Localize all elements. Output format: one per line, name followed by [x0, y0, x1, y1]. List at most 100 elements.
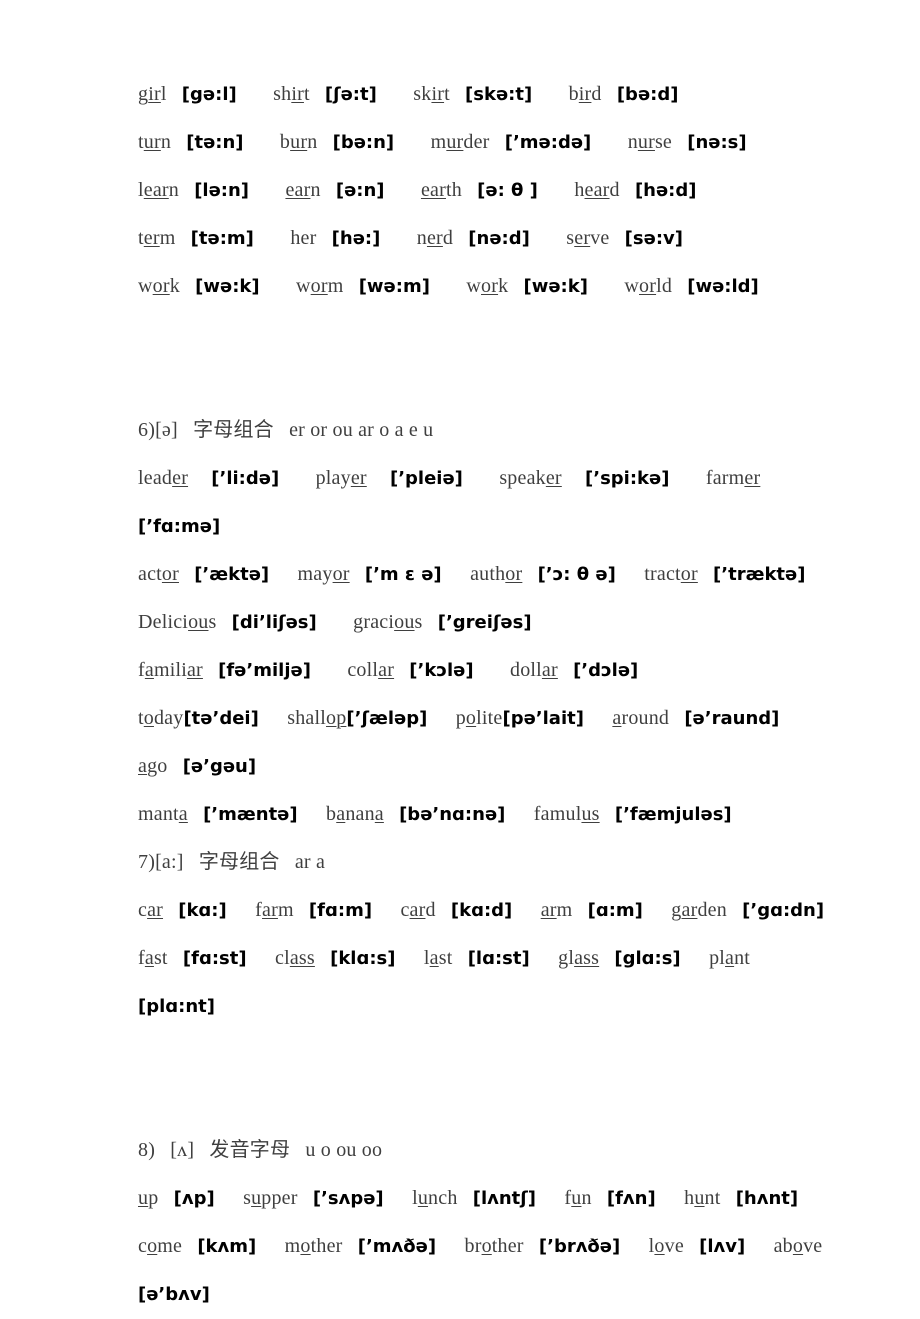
- phonetic: [hə:d]: [634, 180, 697, 201]
- phonetic: [nə:s]: [687, 132, 747, 153]
- word-term: supper: [243, 1187, 298, 1209]
- section-label-cjk: 字母组合: [193, 419, 274, 441]
- word-term: tractor: [644, 563, 698, 585]
- word-term: hunt: [684, 1187, 721, 1209]
- phonetic: [fʌn]: [606, 1188, 656, 1209]
- phonetic: [nə:d]: [468, 228, 530, 249]
- word-term: farm: [255, 899, 294, 921]
- word-term: mayor: [297, 563, 350, 585]
- word-term: bird: [568, 83, 602, 105]
- word-term: worm: [296, 275, 344, 297]
- section-ipa: [ə]: [155, 419, 178, 441]
- phonetic: [’mʌðə]: [357, 1236, 437, 1257]
- word-term: leader: [138, 467, 189, 489]
- word-line: familiar [fə’miljə] collar [’kɔlə] dolla…: [138, 646, 790, 694]
- phonetic: [bə:n]: [332, 132, 395, 153]
- word-term: manta: [138, 803, 188, 825]
- phonetic: [’mə:də]: [504, 132, 592, 153]
- word-line: today[tə’dei] shallop[’ʃæləp] polite[pə’…: [138, 694, 790, 742]
- word-term: shallop: [287, 707, 347, 729]
- word-term: today: [138, 707, 184, 729]
- section-label-cjk: 发音字母: [209, 1139, 291, 1161]
- word-line: leader [’li:də] player [’pleiə] speaker …: [138, 454, 790, 502]
- phonetic: [’gɑ:dn]: [742, 900, 825, 921]
- word-term: her: [290, 227, 317, 249]
- word-term: mother: [284, 1235, 343, 1257]
- word-term: player: [315, 467, 367, 489]
- word-line: manta [’mæntə] banana [bə’nɑ:nə] famulus…: [138, 790, 790, 838]
- word-term: dollar: [510, 659, 558, 681]
- phonetic: [skə:t]: [465, 84, 533, 105]
- section-letters: u o ou oo: [305, 1139, 383, 1161]
- phonetic: [’træktə]: [713, 564, 806, 585]
- word-line: car [kɑ:] farm [fɑ:m] card [kɑ:d] arm [ɑ…: [138, 886, 824, 934]
- word-term: glass: [558, 947, 600, 969]
- section-heading-8: 8) [ʌ] 发音字母 u o ou oo: [138, 1126, 790, 1174]
- word-line: turn [tə:n] burn [bə:n] murder [’mə:də] …: [138, 118, 790, 166]
- word-line: come [kʌm] mother [’mʌðə] brother [’brʌð…: [138, 1222, 822, 1270]
- word-term: world: [624, 275, 673, 297]
- phonetic: [ɑ:m]: [587, 900, 643, 921]
- phonetic: [bə:d]: [616, 84, 679, 105]
- phonetic: [lʌntʃ]: [472, 1188, 536, 1209]
- word-term: shirt: [273, 83, 310, 105]
- document-page: girl [gə:l] shirt [ʃə:t] skirt [skə:t] b…: [0, 0, 920, 1305]
- word-term: familiar: [138, 659, 203, 681]
- word-term: around: [612, 707, 670, 729]
- word-term: term: [138, 227, 176, 249]
- word-term: serve: [566, 227, 610, 249]
- phonetic: [lɑ:st]: [467, 948, 530, 969]
- word-line: learn [lə:n] earn [ə:n] earth [ə: θ ] he…: [138, 166, 790, 214]
- phonetic: [tə:n]: [186, 132, 244, 153]
- phonetic: [tə’dei]: [183, 708, 259, 729]
- word-term: last: [423, 947, 453, 969]
- word-line: ago [ə’gəu]: [138, 742, 790, 790]
- phonetic-continuation-line: [ə’bʌv]: [138, 1270, 790, 1318]
- phonetic: [glɑ:s]: [614, 948, 681, 969]
- word-line: term [tə:m] her [hə:] nerd [nə:d] serve …: [138, 214, 790, 262]
- phonetic: [di’liʃəs]: [231, 612, 317, 633]
- phonetic: [ʌp]: [173, 1188, 215, 1209]
- word-term: actor: [138, 563, 179, 585]
- section-number: 8): [138, 1139, 156, 1161]
- word-term: work: [466, 275, 509, 297]
- word-term: gracious: [353, 611, 423, 633]
- phonetic: [’greiʃəs]: [437, 612, 532, 633]
- phonetic: [kɑ:]: [178, 900, 227, 921]
- word-term: earth: [420, 179, 462, 201]
- word-term: brother: [464, 1235, 524, 1257]
- word-term: learn: [138, 179, 179, 201]
- phonetic: [lə:n]: [194, 180, 250, 201]
- word-term: author: [470, 563, 523, 585]
- phonetic: [ə’gəu]: [182, 756, 257, 777]
- phonetic: [’ʃæləp]: [346, 708, 428, 729]
- phonetic: [’dɔlə]: [573, 660, 639, 681]
- phonetic: [’sʌpə]: [312, 1188, 384, 1209]
- section-heading-7: 7)[a:] 字母组合 ar a: [138, 838, 790, 886]
- phonetic: [wə:m]: [358, 276, 430, 297]
- word-term: Delicious: [138, 611, 217, 633]
- word-term: speaker: [499, 467, 562, 489]
- word-term: lunch: [412, 1187, 458, 1209]
- phonetic: [’brʌðə]: [538, 1236, 621, 1257]
- phonetic: [kɑ:d]: [450, 900, 513, 921]
- phonetic: [gə:l]: [181, 84, 237, 105]
- word-term: ago: [138, 755, 168, 777]
- word-term: polite: [455, 707, 503, 729]
- phonetic: [ə:n]: [335, 180, 385, 201]
- word-term: plant: [709, 947, 751, 969]
- word-term: murder: [430, 131, 490, 153]
- phonetic: [tə:m]: [190, 228, 254, 249]
- phonetic: [hə:]: [331, 228, 381, 249]
- phonetic: [plɑ:nt]: [138, 996, 216, 1017]
- word-term: car: [138, 899, 164, 921]
- phonetic: [sə:v]: [624, 228, 683, 249]
- section-number: 7): [138, 851, 156, 873]
- phonetic: [ʃə:t]: [324, 84, 377, 105]
- word-term: class: [275, 947, 315, 969]
- section-number: 6): [138, 419, 156, 441]
- word-term: fast: [138, 947, 168, 969]
- phonetic: [wə:k]: [523, 276, 588, 297]
- section-ipa: [a:]: [155, 851, 184, 873]
